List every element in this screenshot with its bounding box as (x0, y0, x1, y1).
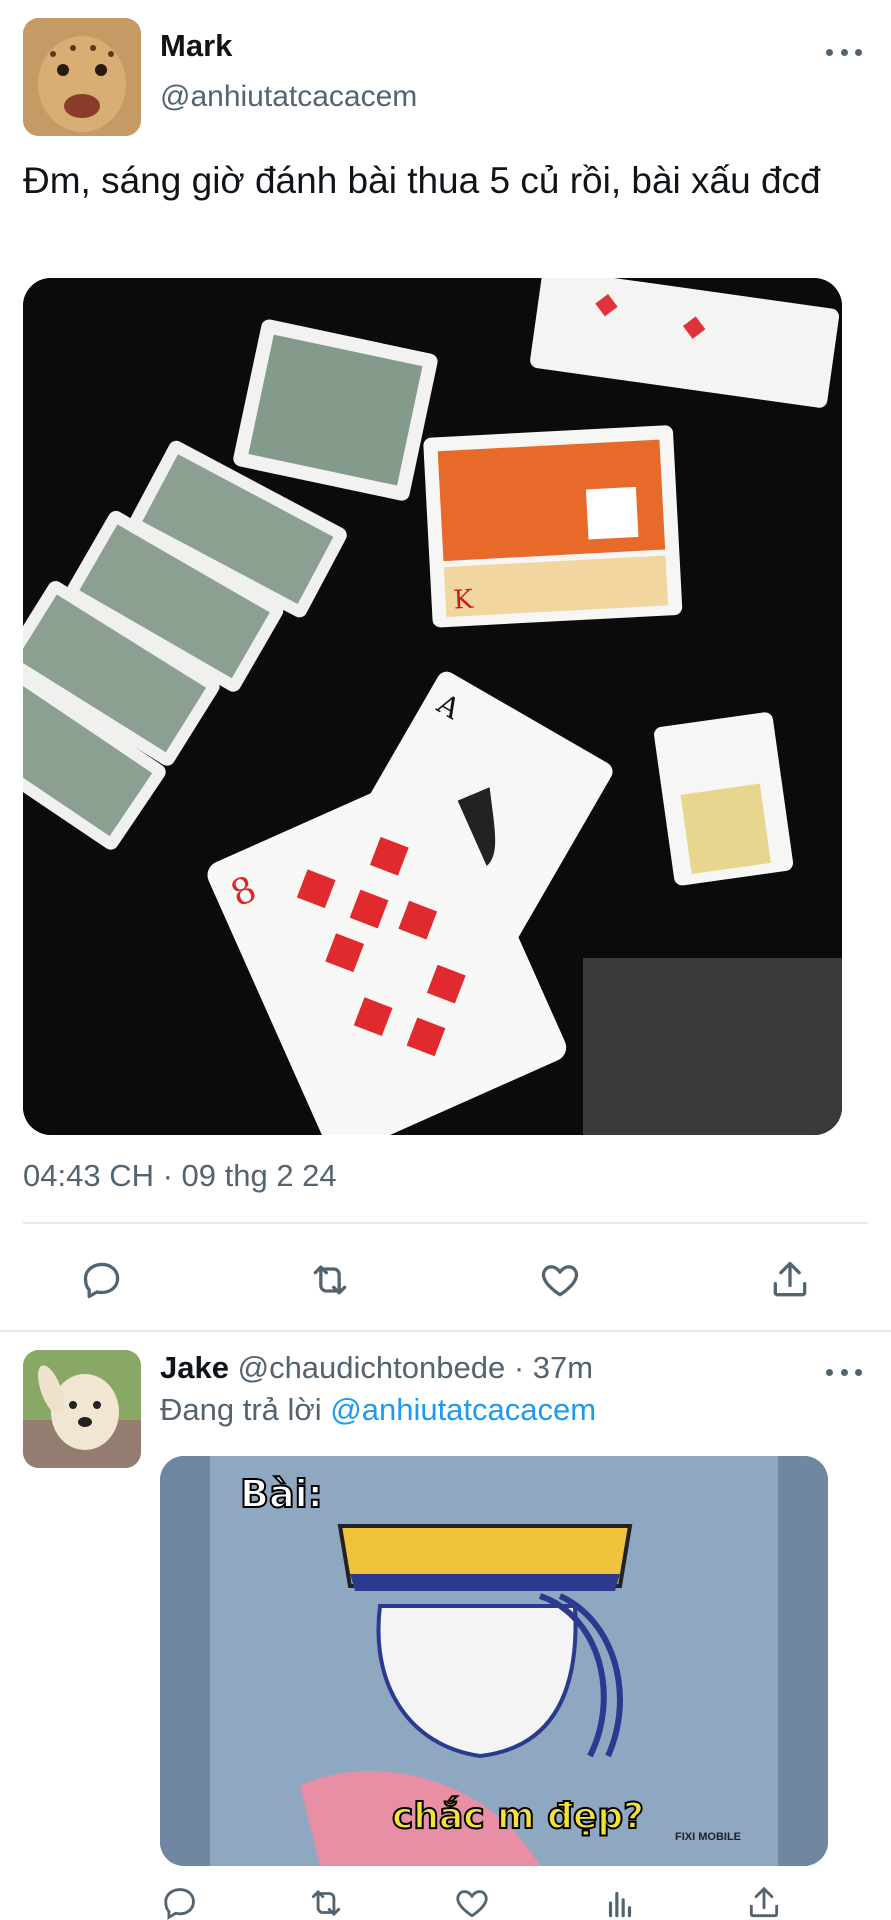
retweet-icon[interactable] (306, 1884, 346, 1920)
reply-header: Jake @chaudichtonbede · 37m (160, 1350, 593, 1386)
author-name[interactable]: Mark (160, 28, 232, 64)
tweet-photo[interactable]: K A 8 (23, 278, 842, 1135)
meme-bottom-text: chắc m đẹp? (391, 1795, 645, 1838)
reply-meme-image[interactable]: Bài: chắc m đẹp? FIXI MOBILE (160, 1456, 828, 1866)
reply-icon[interactable] (160, 1884, 200, 1920)
tweet-separator (0, 1330, 891, 1332)
tweet-timestamp[interactable]: 04:43 CH · 09 thg 2 24 (23, 1158, 337, 1194)
meme-watermark: FIXI MOBILE (675, 1831, 741, 1843)
replying-mention[interactable]: @anhiutatcacacem (330, 1392, 596, 1427)
more-options-icon[interactable] (826, 1360, 862, 1384)
svg-text:K: K (453, 585, 475, 616)
author-handle[interactable]: @anhiutatcacacem (160, 80, 417, 114)
retweet-icon[interactable] (306, 1256, 354, 1304)
tweet-text: Đm, sáng giờ đánh bài thua 5 củ rồi, bài… (23, 160, 821, 201)
replying-to: Đang trả lời @anhiutatcacacem (160, 1392, 596, 1428)
avatar[interactable] (23, 1350, 141, 1468)
share-icon[interactable] (744, 1884, 784, 1920)
like-icon[interactable] (452, 1884, 492, 1920)
more-options-icon[interactable] (826, 40, 862, 64)
reply-author-name[interactable]: Jake (160, 1350, 229, 1385)
like-icon[interactable] (536, 1256, 584, 1304)
views-icon[interactable] (600, 1884, 640, 1920)
avatar[interactable] (23, 18, 141, 136)
reply-icon[interactable] (78, 1256, 126, 1304)
meme-top-text: Bài: (239, 1471, 324, 1517)
share-icon[interactable] (766, 1256, 814, 1304)
replying-prefix: Đang trả lời (160, 1392, 322, 1427)
reply-author-handle[interactable]: @chaudichtonbede (238, 1350, 506, 1385)
reply-time[interactable]: · 37m (514, 1350, 593, 1385)
divider (23, 1222, 868, 1224)
